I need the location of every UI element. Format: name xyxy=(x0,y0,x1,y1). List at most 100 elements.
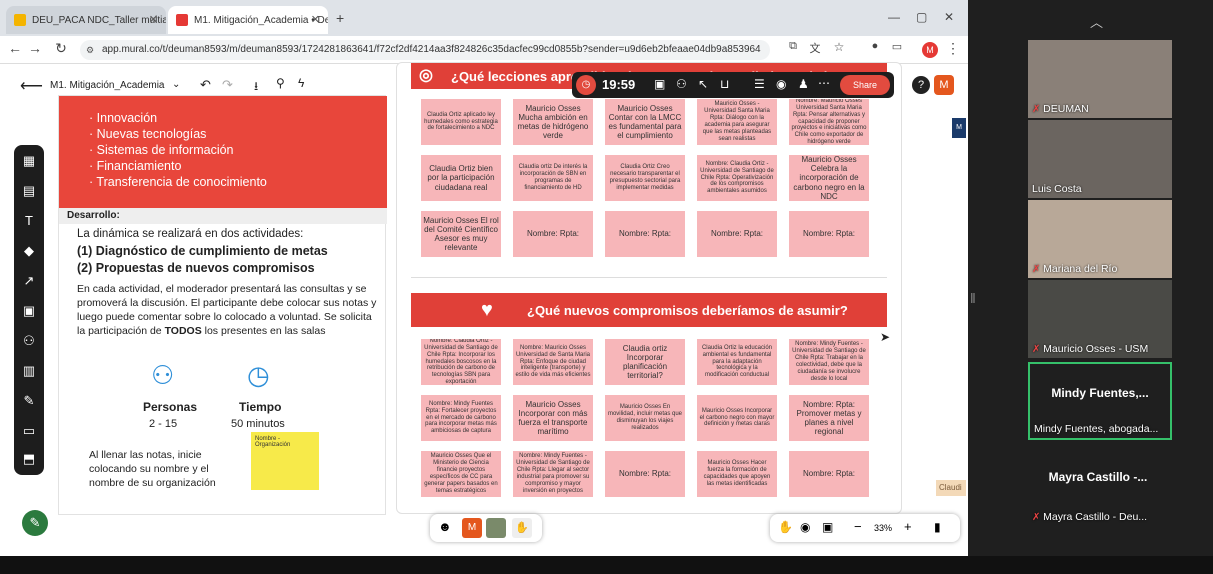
sticky-note[interactable]: Nombre: Rpta: xyxy=(513,211,593,257)
sticky-note[interactable]: Mauricio Osses Celebra la incorporación … xyxy=(789,155,869,201)
sticky-note[interactable]: Claudia Ortiz Creo necesario transparent… xyxy=(605,155,685,201)
shapes-icon[interactable]: ◆ xyxy=(14,243,44,265)
celebrate-icon[interactable]: ✋ xyxy=(512,518,532,538)
sticky-note[interactable]: Mauricio Osses - Universidad Santa Maria… xyxy=(697,99,777,145)
sticky-note[interactable]: Nombre: Rpta: Promover metas y planes a … xyxy=(789,395,869,441)
search-icon[interactable]: ⚲ xyxy=(276,76,285,90)
participant-tile[interactable]: Luis Costa xyxy=(1028,120,1172,198)
minimap-icon[interactable]: ▮ xyxy=(934,520,941,534)
sticky-note[interactable]: Claudia Ortiz bien por la participación … xyxy=(421,155,501,201)
maximize-icon[interactable]: ▢ xyxy=(916,10,927,24)
participant-tile[interactable]: Mayra Castillo -... ✗ Mayra Castillo - De… xyxy=(1028,448,1172,526)
sticky-note[interactable]: Nombre: Mindy Fuentes - Universidad de S… xyxy=(789,339,869,385)
sticky-note[interactable]: Nombre: Mindy Fuentes Rpta: Fortalecer p… xyxy=(421,395,501,441)
bookmark-icon[interactable]: ☆ xyxy=(830,40,848,54)
install-icon[interactable]: ⧉ xyxy=(784,40,802,53)
my-avatar[interactable]: M xyxy=(462,518,482,538)
tab-deu-paca[interactable]: DEU_PACA NDC_Taller multiact ✕ xyxy=(6,6,166,34)
site-info-icon[interactable]: ⚙ xyxy=(86,45,94,56)
back-arrow-icon[interactable]: ⟵ xyxy=(20,76,43,96)
user-icon[interactable]: ♟ xyxy=(798,77,809,91)
sticky-note[interactable]: Mauricio Osses Contar con la LMCC es fun… xyxy=(605,99,685,145)
laser-icon[interactable]: ↖ xyxy=(698,77,708,91)
zoom-out-icon[interactable]: − xyxy=(854,519,862,534)
participant-tile[interactable]: Mindy Fuentes,... Mindy Fuentes, abogada.… xyxy=(1028,362,1172,440)
frame-icon[interactable]: ▭ xyxy=(14,423,44,445)
zoom-in-icon[interactable]: + xyxy=(904,519,912,534)
participant-tile[interactable]: ✗ DEUMAN xyxy=(1028,40,1172,118)
timer-value[interactable]: 19:59 xyxy=(602,77,635,92)
minimize-icon[interactable]: — xyxy=(888,10,900,24)
board-title[interactable]: M1. Mitigación_Academia xyxy=(50,80,165,91)
private-mode-icon[interactable]: ⚇ xyxy=(676,77,687,91)
sticky-note[interactable]: Mauricio Osses Hacer fuerza la formación… xyxy=(697,451,777,497)
url-input[interactable]: app.mural.co/t/deuman8593/m/deuman8593/1… xyxy=(80,40,770,60)
pen-icon[interactable]: ✎ xyxy=(14,393,44,415)
sticky-note[interactable]: Nombre: Mauricio Osses Universidad de Sa… xyxy=(513,339,593,385)
zoom-level[interactable]: 33% xyxy=(874,523,892,533)
extension-icon[interactable]: ● xyxy=(866,40,884,52)
sticky-note[interactable]: Mauricio Osses Que el Ministerio de Cien… xyxy=(421,451,501,497)
outline-icon[interactable]: ☰ xyxy=(754,77,765,91)
browser-menu-icon[interactable]: ⋮ xyxy=(944,40,962,57)
image-icon[interactable]: ▣ xyxy=(14,303,44,325)
undo-icon[interactable]: ↶ xyxy=(200,77,211,93)
map-icon[interactable]: ▣ xyxy=(822,520,833,534)
comment-icon[interactable]: ◉ xyxy=(776,77,786,91)
resize-handle[interactable]: ‖ xyxy=(970,290,976,306)
draw-mode-icon[interactable]: ✎ xyxy=(22,510,48,536)
sticky-note[interactable]: Nombre: Mauricio Osses Universidad Santa… xyxy=(789,99,869,145)
forward-icon[interactable]: → xyxy=(26,40,44,56)
lightning-icon[interactable]: ϟ xyxy=(298,76,304,90)
connector-icon[interactable]: ↗ xyxy=(14,273,44,295)
close-icon[interactable]: ✕ xyxy=(149,13,158,26)
profile-avatar[interactable]: M xyxy=(922,42,938,58)
hand-icon[interactable]: ✋ xyxy=(778,520,793,534)
sticky-note[interactable]: Nombre: Claudia Ortiz - Universidad de S… xyxy=(421,339,501,385)
sticky-note[interactable]: Mauricio Osses Incorporar con más fuerza… xyxy=(513,395,593,441)
sticky-note[interactable]: Nombre: Mindy Fuentes - Universidad de S… xyxy=(513,451,593,497)
people-icon[interactable]: ⚇ xyxy=(14,333,44,355)
sticky-note[interactable]: Nombre: Rpta: xyxy=(789,451,869,497)
participant-tile[interactable]: ✗ Mauricio Osses - USM xyxy=(1028,280,1172,358)
table-icon[interactable]: ▥ xyxy=(14,363,44,385)
sticky-note[interactable]: Nombre: Claudia Ortiz - Universidad de S… xyxy=(697,155,777,201)
sticky-note[interactable]: Mauricio Osses En movilidad, incluir met… xyxy=(605,395,685,441)
text-icon[interactable]: T xyxy=(14,213,44,235)
upload-icon[interactable]: ⬒ xyxy=(14,451,44,473)
chevron-down-icon[interactable]: ⌄ xyxy=(172,79,180,90)
voting-icon[interactable]: ▣ xyxy=(654,77,665,91)
timer-icon[interactable]: ◷ xyxy=(576,75,596,95)
close-icon[interactable]: ✕ xyxy=(311,13,320,26)
sticky-note[interactable]: Nombre: Rpta: xyxy=(605,451,685,497)
emoji-icon[interactable]: ☻ xyxy=(438,519,452,534)
lock-icon[interactable]: ⊔ xyxy=(720,77,729,91)
participant-avatar[interactable] xyxy=(486,518,506,538)
sticky-note[interactable]: Claudia ortiz De interés la incorporació… xyxy=(513,155,593,201)
sticky-note[interactable]: Mauricio Osses El rol del Comité Científ… xyxy=(421,211,501,257)
sticky-note[interactable]: Nombre: Rpta: xyxy=(789,211,869,257)
close-window-icon[interactable]: ✕ xyxy=(944,10,954,24)
sticky-note[interactable]: Claudia Ortiz la educación ambiental es … xyxy=(697,339,777,385)
more-icon[interactable]: ⋯ xyxy=(818,76,830,90)
sticky-note[interactable]: Nombre: Rpta: xyxy=(605,211,685,257)
reload-icon[interactable]: ↻ xyxy=(52,40,70,57)
sticky-note[interactable]: Claudia ortiz Incorporar planificación t… xyxy=(605,339,685,385)
sticky-note-example[interactable]: Nombre - Organización xyxy=(251,432,319,490)
user-avatar[interactable]: M xyxy=(934,75,954,95)
sticky-note[interactable]: Mauricio Osses Incorporar el carbono neg… xyxy=(697,395,777,441)
redo-icon[interactable]: ↷ xyxy=(222,77,233,93)
sticky-note[interactable]: Claudia Ortiz aplicado ley humedales com… xyxy=(421,99,501,145)
collapse-icon[interactable]: ︿ xyxy=(1090,12,1103,31)
sticky-note[interactable]: Mauricio Osses Mucha ambición en metas d… xyxy=(513,99,593,145)
share-button[interactable]: Share xyxy=(840,75,890,95)
sidepanel-icon[interactable]: ▭ xyxy=(888,40,906,53)
translate-icon[interactable]: 文 xyxy=(806,40,824,56)
sticky-note-icon[interactable]: ▤ xyxy=(14,183,44,205)
tab-mural[interactable]: M1. Mitigación_Academia • Dе ✕ xyxy=(168,6,328,34)
back-icon[interactable]: ← xyxy=(6,40,24,56)
select-icon[interactable]: ◉ xyxy=(800,520,810,534)
mural-canvas[interactable]: ◎ ¿Qué lecciones aprendidas destacan en … xyxy=(396,62,902,514)
new-tab-button[interactable]: + xyxy=(336,10,344,26)
participant-tile[interactable]: ✗ Mariana del Río xyxy=(1028,200,1172,278)
